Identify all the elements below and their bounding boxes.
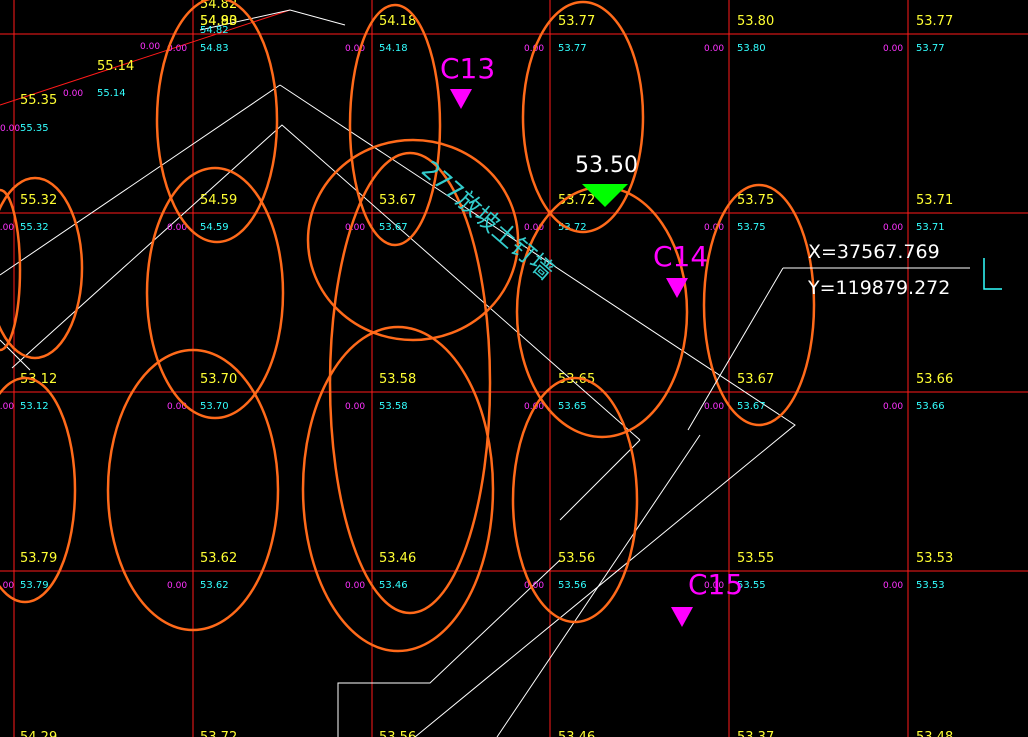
extra-elevation-value: 55.35 [20, 93, 57, 108]
triangle-marker-icon [450, 89, 472, 109]
section-marker-label: C13 [440, 52, 495, 85]
point-marker-elevation: 53.50 [575, 153, 638, 178]
coordinate-x: X=37567.769 [808, 241, 940, 263]
elevation-value: 53.56 [379, 730, 416, 737]
grid-lines [0, 0, 1028, 737]
hand-drawn-outline [348, 3, 442, 247]
cut-fill-value: 0.00 [883, 581, 903, 591]
elevation-value: 53.55 [737, 551, 774, 566]
design-elevation-value: 53.56 [558, 580, 587, 591]
wall-label: 277放坡土钉墙 [416, 155, 560, 285]
coordinate-readout[interactable]: X=37567.769 Y=119879.272 [687, 241, 1002, 431]
elevation-value: 53.46 [558, 730, 595, 737]
cut-fill-value: 0.00 [0, 223, 14, 233]
cut-fill-value: 0.00 [883, 223, 903, 233]
design-elevation-value: 53.70 [200, 401, 229, 412]
elevation-value: 54.59 [200, 193, 237, 208]
elevation-value: 53.12 [20, 372, 57, 387]
design-elevation-value: 53.75 [737, 222, 766, 233]
section-marker-c14[interactable]: C14 [653, 240, 708, 298]
section-marker-label: C14 [653, 240, 708, 273]
elevation-value: 53.80 [737, 14, 774, 29]
cursor-l-icon [983, 258, 1002, 290]
cut-fill-value: 0.00 [704, 402, 724, 412]
hand-drawn-outline [515, 185, 689, 439]
design-elevation-value: 53.66 [916, 401, 945, 412]
elevation-value: 53.58 [379, 372, 416, 387]
design-elevation-value: 55.32 [20, 222, 49, 233]
design-elevation-value: 53.79 [20, 580, 49, 591]
elevation-value: 53.77 [916, 14, 953, 29]
design-elevation-value: 54.18 [379, 43, 408, 54]
boundary-line [559, 439, 641, 521]
design-elevation-value: 53.46 [379, 580, 408, 591]
design-elevation-value: 53.71 [916, 222, 945, 233]
coordinate-leader-line [687, 267, 784, 431]
cut-fill-value: 0.00 [345, 402, 365, 412]
elevation-value: 53.71 [916, 193, 953, 208]
elevation-value: 53.67 [379, 193, 416, 208]
design-elevation-value: 53.80 [737, 43, 766, 54]
elevation-value: 53.48 [916, 730, 953, 737]
elevation-labels: 54.90 54.18 53.77 53.80 53.7754.830.00 54.180… [0, 0, 953, 737]
design-elevation-value: 53.65 [558, 401, 587, 412]
section-markers: C13 C14 C15 [440, 52, 743, 627]
cut-fill-value: 0.00 [0, 402, 14, 412]
cut-fill-value: 0.00 [140, 42, 160, 52]
cut-fill-value: 0.00 [704, 44, 724, 54]
cut-fill-value: 0.00 [345, 223, 365, 233]
design-elevation-value: 54.59 [200, 222, 229, 233]
elevation-value: 53.67 [737, 372, 774, 387]
elevation-value: 53.79 [20, 551, 57, 566]
elevation-value: 55.32 [20, 193, 57, 208]
cut-fill-value: 0.00 [167, 581, 187, 591]
cut-fill-value: 0.00 [883, 44, 903, 54]
triangle-marker-icon [671, 607, 693, 627]
cut-fill-value: 0.00 [345, 581, 365, 591]
elevation-value: 53.75 [737, 193, 774, 208]
elevation-value: 53.53 [916, 551, 953, 566]
elevation-value: 54.18 [379, 14, 416, 29]
hand-drawn-outline [0, 188, 22, 352]
design-elevation-value: 54.83 [200, 43, 229, 54]
design-elevation-value: 53.53 [916, 580, 945, 591]
elevation-value: 53.66 [916, 372, 953, 387]
hand-drawn-outline [702, 183, 816, 427]
design-elevation-value: 53.67 [379, 222, 408, 233]
elevation-value: 53.46 [379, 551, 416, 566]
elevation-value: 53.37 [737, 730, 774, 737]
section-marker-label: C15 [688, 568, 743, 601]
design-elevation-value: 53.77 [916, 43, 945, 54]
grid-diagonal-line [0, 9, 291, 106]
elevation-value: 53.56 [558, 551, 595, 566]
cad-drawing-canvas[interactable]: 54.90 54.18 53.77 53.80 53.7754.830.00 54.180… [0, 0, 1028, 737]
elevation-value: 53.77 [558, 14, 595, 29]
elevation-value: 53.62 [200, 551, 237, 566]
design-elevation-value: 53.67 [737, 401, 766, 412]
cut-fill-value: 0.00 [63, 89, 83, 99]
section-marker-c15[interactable]: C15 [671, 568, 743, 627]
extra-elevation-value: 55.14 [97, 88, 126, 99]
elevation-value: 53.70 [200, 372, 237, 387]
design-elevation-value: 53.12 [20, 401, 49, 412]
design-elevation-value: 53.58 [379, 401, 408, 412]
cut-fill-value: 0.00 [0, 124, 20, 134]
extra-elevation-value: 55.35 [20, 123, 49, 134]
design-elevation-value: 53.77 [558, 43, 587, 54]
section-marker-c13[interactable]: C13 [440, 52, 495, 109]
extra-elevation-value: 55.14 [97, 59, 134, 74]
extra-elevation-value: 54.82 [200, 25, 229, 36]
elevation-value: 53.72 [200, 730, 237, 737]
cut-fill-value: 0.00 [883, 402, 903, 412]
design-elevation-value: 53.62 [200, 580, 229, 591]
cut-fill-value: 0.00 [167, 223, 187, 233]
elevation-value: 54.29 [20, 730, 57, 737]
coordinate-y: Y=119879.272 [807, 277, 950, 299]
